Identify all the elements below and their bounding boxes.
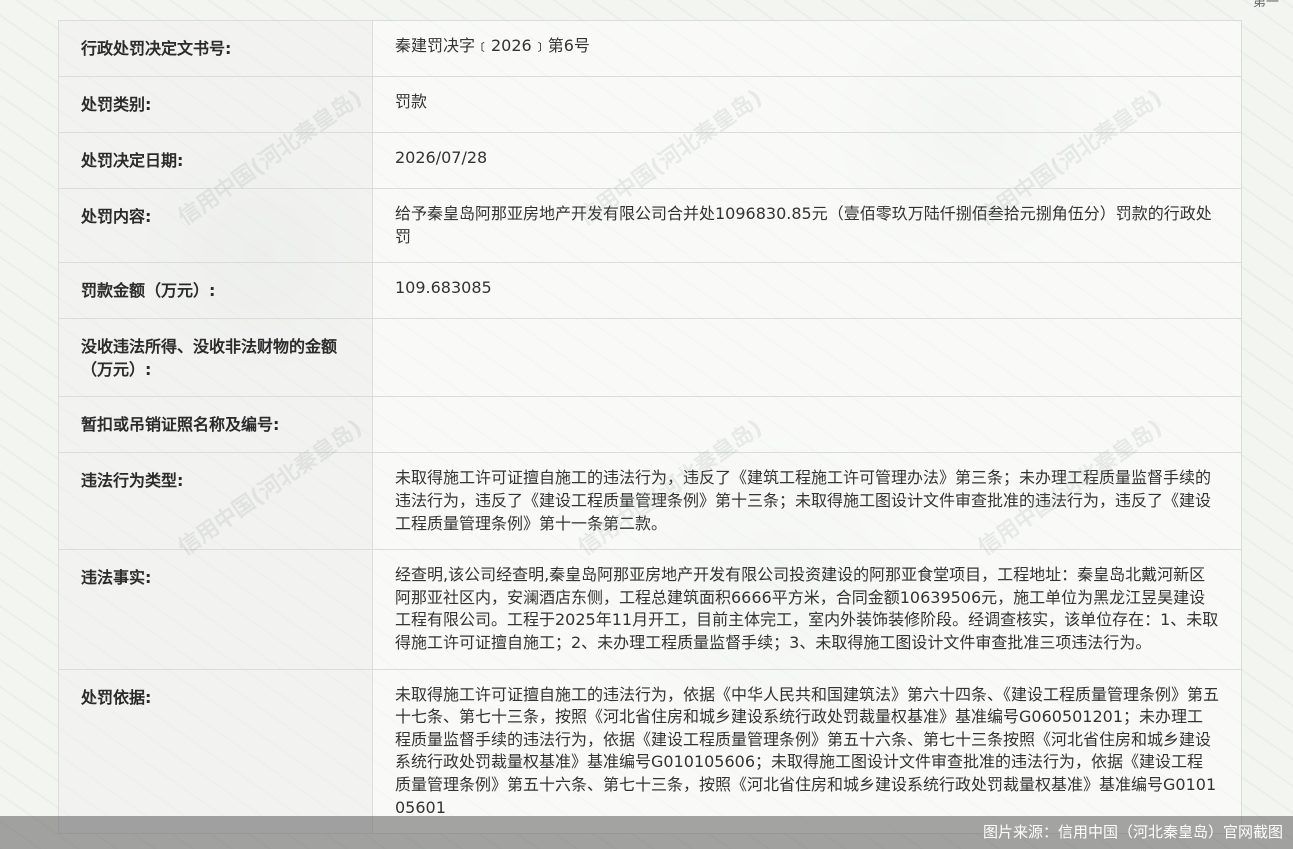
image-source-caption: 图片来源：信用中国（河北秦皇岛）官网截图 [0, 816, 1293, 849]
row-value-violation-type: 未取得施工许可证擅自施工的违法行为，违反了《建筑工程施工许可管理办法》第三条；未… [372, 452, 1242, 551]
table-row: 处罚决定日期: 2026/07/28 [58, 132, 1242, 189]
table-row: 处罚依据: 未取得施工许可证擅自施工的违法行为，依据《中华人民共和国建筑法》第六… [58, 668, 1242, 835]
row-label-document-number: 行政处罚决定文书号: [58, 20, 373, 77]
row-label-penalty-basis: 处罚依据: [58, 668, 373, 835]
row-label-penalty-type: 处罚类别: [58, 76, 373, 133]
table-row: 处罚类别: 罚款 [58, 76, 1242, 133]
row-value-decision-date: 2026/07/28 [372, 132, 1242, 189]
row-label-violation-type: 违法行为类型: [58, 452, 373, 551]
row-value-license-revocation [372, 396, 1242, 454]
row-label-violation-facts: 违法事实: [58, 549, 373, 670]
row-value-confiscation-amount [372, 318, 1242, 398]
row-label-fine-amount: 罚款金额（万元）: [58, 262, 373, 320]
row-value-penalty-basis: 未取得施工许可证擅自施工的违法行为，依据《中华人民共和国建筑法》第六十四条、《建… [372, 668, 1242, 835]
row-value-fine-amount: 109.683085 [372, 262, 1242, 320]
row-value-penalty-type: 罚款 [372, 76, 1242, 133]
table-row: 没收违法所得、没收非法财物的金额（万元）: [58, 318, 1242, 398]
row-label-license-revocation: 暂扣或吊销证照名称及编号: [58, 396, 373, 454]
table-row: 违法事实: 经查明,该公司经查明,秦皇岛阿那亚房地产开发有限公司投资建设的阿那亚… [58, 549, 1242, 670]
table-row: 暂扣或吊销证照名称及编号: [58, 396, 1242, 454]
penalty-info-table-container: 行政处罚决定文书号: 秦建罚决字﹝2026﹞第6号 处罚类别: 罚款 处罚决定日… [58, 20, 1242, 835]
table-row: 罚款金额（万元）: 109.683085 [58, 262, 1242, 320]
row-label-decision-date: 处罚决定日期: [58, 132, 373, 189]
table-row: 处罚内容: 给予秦皇岛阿那亚房地产开发有限公司合并处1096830.85元（壹佰… [58, 187, 1242, 264]
row-value-violation-facts: 经查明,该公司经查明,秦皇岛阿那亚房地产开发有限公司投资建设的阿那亚食堂项目，工… [372, 549, 1242, 670]
row-value-penalty-content: 给予秦皇岛阿那亚房地产开发有限公司合并处1096830.85元（壹佰零玖万陆仟捌… [372, 187, 1242, 264]
table-row: 行政处罚决定文书号: 秦建罚决字﹝2026﹞第6号 [58, 20, 1242, 77]
penalty-info-table: 行政处罚决定文书号: 秦建罚决字﹝2026﹞第6号 处罚类别: 罚款 处罚决定日… [58, 20, 1242, 835]
row-label-confiscation-amount: 没收违法所得、没收非法财物的金额（万元）: [58, 318, 373, 398]
table-row: 违法行为类型: 未取得施工许可证擅自施工的违法行为，违反了《建筑工程施工许可管理… [58, 452, 1242, 551]
row-value-document-number: 秦建罚决字﹝2026﹞第6号 [372, 20, 1242, 77]
row-label-penalty-content: 处罚内容: [58, 187, 373, 264]
page-corner-text: 第一 [1252, 0, 1279, 10]
